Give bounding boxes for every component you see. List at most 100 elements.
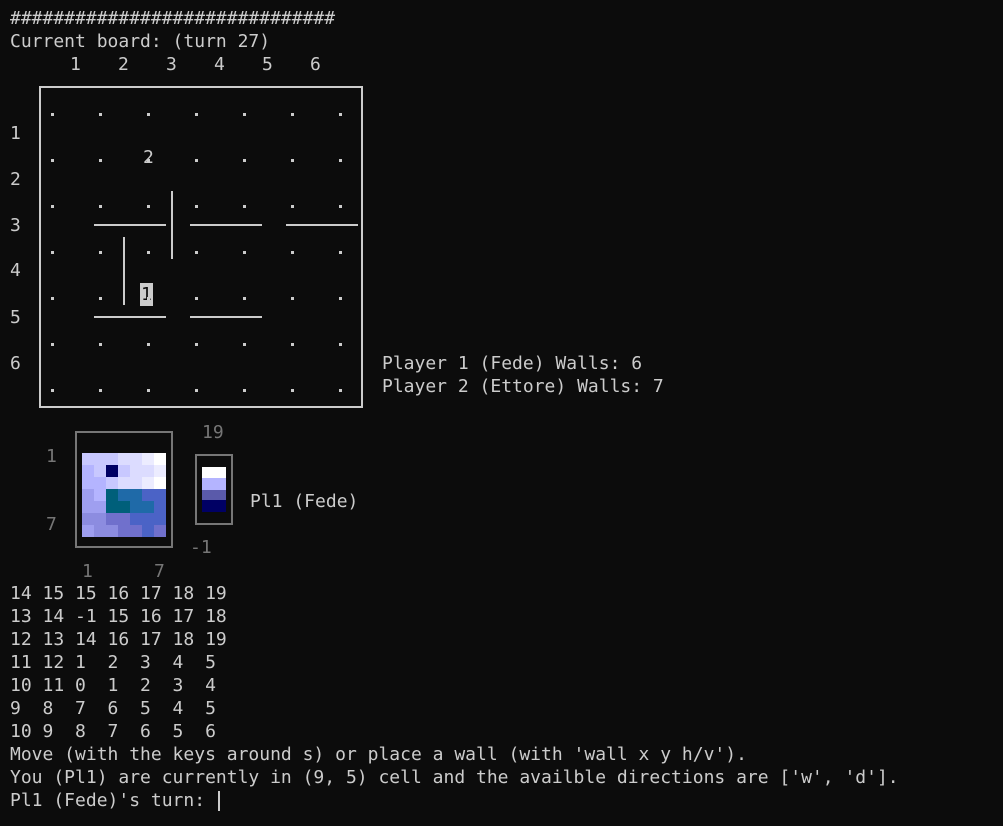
heatmap-cell [130, 501, 142, 513]
col-number: 1 [70, 54, 81, 75]
colorbar-swatch [202, 490, 226, 500]
heatmap-cell [130, 465, 142, 477]
board-dot [99, 343, 102, 346]
heatmap-y-top: 1 [46, 446, 57, 467]
colorbar-min: -1 [190, 537, 212, 558]
distance-row: 13 14 -1 15 16 17 18 [10, 606, 227, 627]
col-number: 5 [262, 54, 273, 75]
board-dot [339, 343, 342, 346]
board-dot [195, 113, 198, 116]
board-dot [99, 251, 102, 254]
wall-vertical [123, 237, 125, 305]
heatmap-cell [118, 489, 130, 501]
wall-horizontal [286, 224, 358, 226]
board-dot [291, 159, 294, 162]
board-dot [147, 113, 150, 116]
board-dot [147, 251, 150, 254]
board-dot [147, 205, 150, 208]
board-dot [51, 159, 54, 162]
board-dot [243, 159, 246, 162]
board-dot [51, 389, 54, 392]
heatmap-cell [130, 525, 142, 537]
board-dot [147, 389, 150, 392]
heatmap-cell [142, 465, 154, 477]
row-number: 5 [10, 307, 21, 328]
board-title: Current board: (turn 27) [10, 31, 271, 52]
board-dot [339, 205, 342, 208]
board-dot [291, 113, 294, 116]
row-number: 1 [10, 123, 21, 144]
command-prompt[interactable]: Pl1 (Fede)'s turn: [10, 789, 220, 812]
board-dot [195, 251, 198, 254]
heatmap-cell [154, 453, 166, 465]
heatmap-y-bottom: 7 [46, 514, 57, 535]
heatmap-cell [154, 513, 166, 525]
text-cursor[interactable] [217, 791, 220, 811]
heatmap-cell [82, 453, 94, 465]
heatmap-x-left: 1 [82, 561, 93, 582]
board-dot [147, 343, 150, 346]
heatmap-cell [94, 513, 106, 525]
heatmap-cell [118, 477, 130, 489]
heatmap-cell [154, 525, 166, 537]
board-dot [51, 343, 54, 346]
heatmap-cell [142, 489, 154, 501]
board-dot [339, 389, 342, 392]
heatmap-cell [142, 501, 154, 513]
heatmap-cell [82, 513, 94, 525]
board-dot [243, 343, 246, 346]
heatmap-cell [82, 465, 94, 477]
heatmap-cell [94, 477, 106, 489]
board-dot [339, 297, 342, 300]
distance-row: 14 15 15 16 17 18 19 [10, 583, 227, 604]
heatmap-cell [106, 525, 118, 537]
wall-vertical [171, 191, 173, 259]
board-dot [51, 251, 54, 254]
heatmap-cell [82, 525, 94, 537]
distance-row: 12 13 14 16 17 18 19 [10, 629, 227, 650]
heatmap-cell [130, 477, 142, 489]
board-dot [339, 251, 342, 254]
row-number: 2 [10, 169, 21, 190]
distance-row: 9 8 7 6 5 4 5 [10, 698, 216, 719]
heatmap-cell [142, 513, 154, 525]
heatmap-cell [106, 513, 118, 525]
distance-row: 11 12 1 2 3 4 5 [10, 652, 216, 673]
board-dot [243, 113, 246, 116]
wall-horizontal [94, 316, 166, 318]
heatmap-cell [82, 501, 94, 513]
heatmap-cell [118, 525, 130, 537]
pawn-player-1: 1 [140, 283, 153, 306]
colorbar-swatch [202, 467, 226, 478]
colorbar-swatch [202, 478, 226, 490]
row-number: 6 [10, 353, 21, 374]
heatmap-cell [142, 453, 154, 465]
board-dot [243, 297, 246, 300]
board-dot [147, 297, 150, 300]
heatmap-cell [82, 489, 94, 501]
board-dot [99, 205, 102, 208]
colorbar [195, 454, 233, 525]
board-dot [291, 251, 294, 254]
board-dot [51, 297, 54, 300]
heatmap-cell [106, 489, 118, 501]
player2-walls: Player 2 (Ettore) Walls: 7 [382, 376, 664, 397]
heatmap-cell [82, 477, 94, 489]
heatmap-cell [130, 513, 142, 525]
heatmap-cell [106, 501, 118, 513]
board-dot [99, 389, 102, 392]
board-dot [243, 251, 246, 254]
board-dot [291, 205, 294, 208]
player1-walls: Player 1 (Fede) Walls: 6 [382, 353, 643, 374]
heatmap-cell [142, 477, 154, 489]
board-dot [195, 205, 198, 208]
heatmap-cell [106, 465, 118, 477]
heatmap-cell [142, 525, 154, 537]
instructions-line: Move (with the keys around s) or place a… [10, 744, 747, 765]
colorbar-max: 19 [202, 422, 224, 443]
heatmap-cell [118, 513, 130, 525]
heatmap-cell [94, 453, 106, 465]
heatmap-cell [94, 501, 106, 513]
wall-horizontal [190, 224, 262, 226]
board-dot [195, 389, 198, 392]
